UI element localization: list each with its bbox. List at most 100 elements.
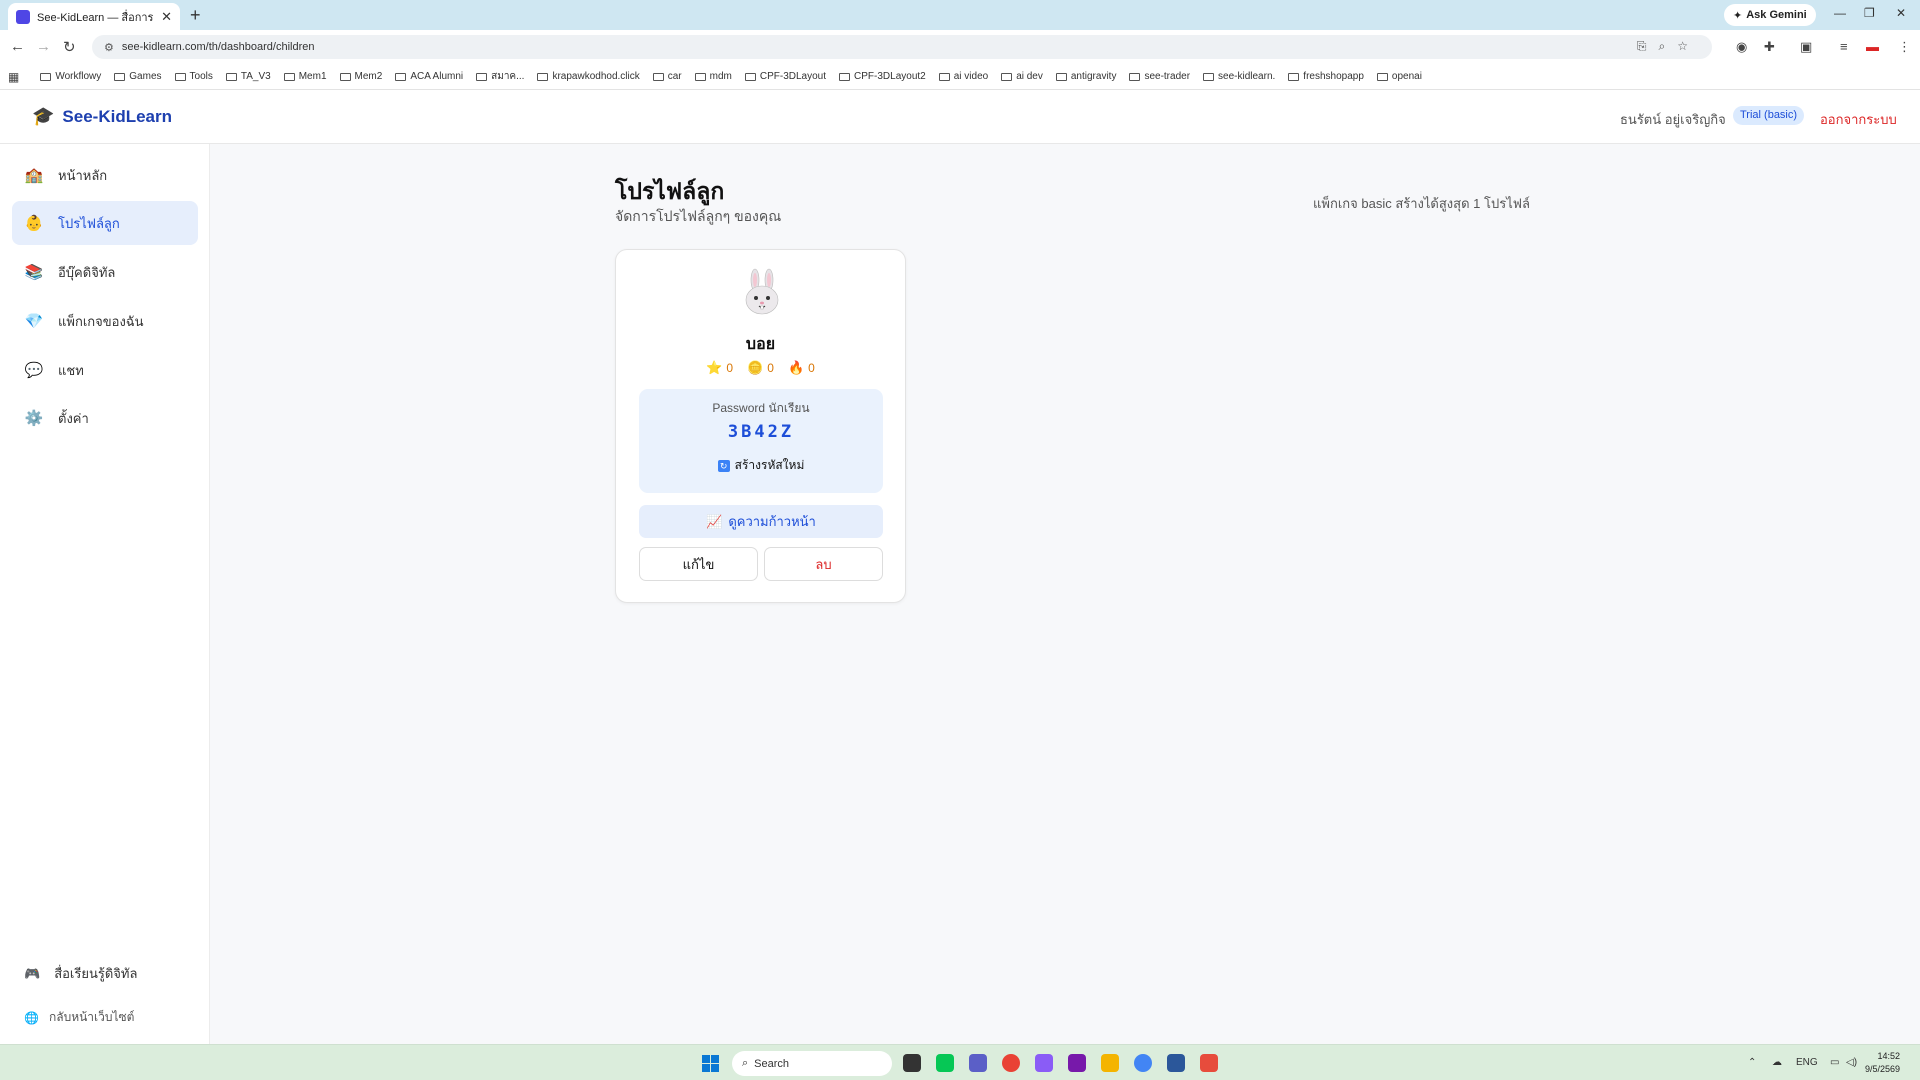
bookmark-item[interactable]: openai [1376,71,1422,82]
folder-icon [1203,72,1215,81]
taskbar-search[interactable]: ⌕ Search [732,1051,892,1076]
site-info-icon[interactable]: ⚙ [104,41,114,54]
sidebar-item-label: แชท [58,362,84,378]
bookmark-item[interactable]: see-trader [1129,71,1190,82]
sparkle-icon: ✦ [1733,9,1743,22]
folder-icon [40,72,52,81]
view-progress-label: ดูความก้าวหน้า [728,514,816,529]
bookmark-item[interactable]: CPF-3DLayout2 [839,71,926,82]
volume-icon[interactable]: ◁) [1846,1057,1857,1068]
taskbar-clock[interactable]: 14:52 9/5/2569 [1865,1050,1900,1076]
windows-start-icon[interactable] [702,1055,719,1072]
onenote-app-icon[interactable] [1068,1054,1086,1072]
back-arrow-icon[interactable]: ← [10,38,25,55]
omnibox-actions: ⎘⌕☆ [1636,39,1700,53]
bookmark-label: openai [1391,71,1422,82]
bookmark-item[interactable]: Mem2 [339,71,382,82]
folder-icon [283,72,295,81]
minimize-icon[interactable]: — [1834,6,1846,20]
bookmark-item[interactable]: Workflowy [40,71,101,82]
network-icon[interactable]: ▭ [1830,1057,1839,1068]
restore-icon[interactable]: ❐ [1864,6,1875,20]
folder-app-icon[interactable] [1101,1054,1119,1072]
bookmark-item[interactable]: mdm [694,71,732,82]
folder-icon [1288,72,1300,81]
bookmark-item[interactable]: CPF-3DLayout [744,71,826,82]
chrome-app-icon[interactable] [1002,1054,1020,1072]
camera-icon[interactable]: ◉ [1736,39,1747,55]
browser-tab[interactable]: See-KidLearn — สื่อการเรียนรู้ดิจิทัล ✕ [8,3,180,30]
sidebar-item-chat[interactable]: 💬 แชท [12,348,198,392]
reload-icon[interactable]: ↻ [63,38,76,56]
notepad-app-icon[interactable] [1167,1054,1185,1072]
logout-link[interactable]: ออกจากระบบ [1820,109,1897,130]
bookmark-item[interactable]: see-kidlearn. [1203,71,1275,82]
bookmark-item[interactable]: antigravity [1055,71,1116,82]
url-omnibox[interactable]: ⚙ see-kidlearn.com/th/dashboard/children… [92,35,1712,59]
child-stats: ⭐ 0 🪙 0 🔥 0 [616,360,905,376]
sidepanel-icon[interactable]: ▣ [1800,39,1812,55]
delete-button[interactable]: ลบ [764,547,883,581]
bookmark-label: ai dev [1016,71,1043,82]
sidebar-item-my-package[interactable]: 💎 แพ็กเกจของฉัน [12,299,198,343]
bookmark-item[interactable]: Games [114,71,162,82]
folder-icon [652,72,664,81]
edit-button[interactable]: แก้ไข [639,547,758,581]
school-icon: 🏫 [24,167,44,184]
teams-app-icon[interactable] [969,1054,987,1072]
back-to-website-link[interactable]: 🌐 กลับหน้าเว็บไซต์ [24,1008,134,1027]
speech-bubble-icon: 💬 [24,362,44,379]
bookmark-item[interactable]: Mem1 [283,71,327,82]
ask-gemini-button[interactable]: ✦ Ask Gemini [1724,4,1816,26]
language-indicator[interactable]: ENG [1796,1057,1818,1068]
tray-chevron-icon[interactable]: ⌃ [1748,1057,1756,1068]
close-tab-icon[interactable]: ✕ [161,9,172,25]
sidebar-item-label: แพ็กเกจของฉัน [58,313,144,329]
bookmark-item[interactable]: freshshopapp [1288,71,1364,82]
apps-grid-icon[interactable]: ▦ [8,70,19,84]
copilot-app-icon[interactable] [1035,1054,1053,1072]
bookmark-item[interactable]: car [652,71,682,82]
back-to-website-label: กลับหน้าเว็บไซต์ [48,1010,135,1024]
regenerate-password-button[interactable]: ↻ สร้างรหัสใหม่ [639,456,883,475]
plan-badge: Trial (basic) [1733,106,1805,125]
new-tab-button[interactable]: + [190,5,201,25]
browser-tab-bar: See-KidLearn — สื่อการเรียนรู้ดิจิทัล ✕ … [0,0,1920,30]
bookmark-item[interactable]: ai video [938,71,988,82]
forward-arrow-icon[interactable]: → [36,38,51,55]
sidebar-item-child-profiles[interactable]: 👶 โปรไฟล์ลูก [12,201,198,245]
snipping-tool-icon[interactable] [1200,1054,1218,1072]
folder-icon [1129,72,1141,81]
line-app-icon[interactable] [936,1054,954,1072]
stars-value: 0 [726,361,734,375]
file-app-icon[interactable] [903,1054,921,1072]
globe-icon: 🌐 [24,1010,39,1025]
folder-icon [938,72,950,81]
bookmark-item[interactable]: ai dev [1001,71,1043,82]
view-progress-button[interactable]: 📈 ดูความก้าวหน้า [639,505,883,538]
sidebar-item-home[interactable]: 🏫 หน้าหลัก [12,153,198,197]
folder-icon [476,72,488,81]
menu-kebab-icon[interactable]: ⋮ [1898,39,1911,55]
logo[interactable]: 🎓 See-KidLearn [32,106,172,127]
digital-learning-link[interactable]: 🎮 สื่อเรียนรู้ดิจิทัล [24,963,137,984]
bookmark-label: CPF-3DLayout2 [854,71,926,82]
profile-icon[interactable]: ▬ [1866,39,1879,54]
bookmark-label: Workflowy [55,71,102,82]
bookmark-item[interactable]: สมาค... [476,69,524,84]
chrome-active-app-icon[interactable] [1134,1054,1152,1072]
bookmarks-bar: ▦ Workflowy Games Tools TA_V3 Mem1 Mem2 ACA Al… [0,64,1920,90]
close-window-icon[interactable]: ✕ [1896,6,1906,20]
bookmark-item[interactable]: krapawkodhod.click [537,71,640,82]
sidebar-item-ebooks[interactable]: 📚 อีบุ๊คดิจิทัล [12,250,198,294]
media-icon[interactable]: ≡ [1840,39,1848,54]
bookmark-item[interactable]: ACA Alumni [395,71,463,82]
user-name: ธนรัตน์ อยู่เจริญกิจ [1620,112,1726,127]
sidebar-item-settings[interactable]: ⚙️ ตั้งค่า [12,396,198,440]
onedrive-icon[interactable]: ☁ [1772,1057,1782,1068]
folder-icon [744,72,756,81]
extensions-icon[interactable]: ✚ [1764,39,1775,55]
gem-icon: 💎 [24,313,44,330]
bookmark-item[interactable]: TA_V3 [225,71,271,82]
bookmark-item[interactable]: Tools [174,71,213,82]
